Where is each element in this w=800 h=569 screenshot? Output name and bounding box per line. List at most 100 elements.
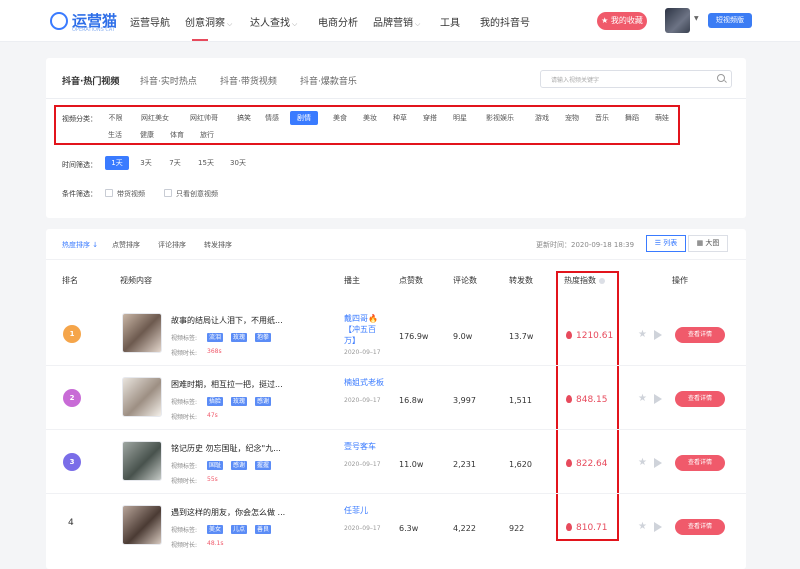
video-tag[interactable]: 玫瑰 — [231, 397, 248, 406]
flame-icon — [566, 331, 572, 339]
tab-hit-music[interactable]: 抖音·爆款音乐 — [300, 74, 357, 87]
video-title[interactable]: 铭记历史 勿忘国耻，纪念"九... — [171, 443, 281, 454]
search-icon[interactable] — [717, 74, 725, 82]
video-tag[interactable]: 感谢 — [255, 397, 272, 406]
nav-item-ecommerce[interactable]: 电商分析 — [318, 14, 358, 29]
category-chip[interactable]: 生活 — [103, 128, 127, 142]
video-title[interactable]: 遇到这样的朋友，你会怎么做 ... — [171, 507, 285, 518]
category-chip[interactable]: 体育 — [165, 128, 189, 142]
video-tag[interactable]: 流泪 — [207, 333, 224, 342]
play-icon[interactable] — [654, 458, 662, 468]
sales-video-checkbox[interactable] — [105, 189, 113, 197]
video-tag[interactable]: 国耻 — [207, 461, 224, 470]
star-icon[interactable]: ★ — [638, 522, 648, 532]
anchor-name[interactable]: 戴四哥🔥【冲五百万】 — [344, 313, 386, 346]
view-detail-button[interactable]: 查看详情 — [675, 519, 725, 535]
video-title[interactable]: 困难时期，相互拉一把，挺过... — [171, 379, 283, 390]
creative-only-checkbox[interactable] — [164, 189, 172, 197]
view-detail-button[interactable]: 查看详情 — [675, 391, 725, 407]
list-view-button[interactable]: ☰ 列表 — [646, 235, 686, 252]
category-chip[interactable]: 剧情 — [290, 111, 318, 125]
star-icon[interactable]: ★ — [638, 458, 648, 468]
nav-item-my-douyin[interactable]: 我的抖音号 — [480, 14, 530, 29]
category-chip[interactable]: 健康 — [135, 128, 159, 142]
time-chip[interactable]: 7天 — [165, 156, 185, 170]
video-tag[interactable]: 善良 — [255, 525, 272, 534]
time-chip[interactable]: 15天 — [194, 156, 218, 170]
sort-by-shares[interactable]: 转发排序 — [204, 240, 232, 250]
category-chip[interactable]: 搞笑 — [232, 111, 256, 125]
sort-by-comments[interactable]: 评论排序 — [158, 240, 186, 250]
play-icon[interactable] — [654, 330, 662, 340]
anchor-name[interactable]: 壹号客车 — [344, 441, 376, 452]
view-detail-button[interactable]: 查看详情 — [675, 455, 725, 471]
video-duration-label: 视频时长: — [171, 478, 198, 485]
category-chip[interactable]: 萌娃 — [650, 111, 674, 125]
tab-hot-videos[interactable]: 抖音·热门视频 — [62, 74, 119, 87]
sort-by-likes[interactable]: 点赞排序 — [112, 240, 140, 250]
video-tag[interactable]: 美女 — [207, 525, 224, 534]
version-badge[interactable]: 短视频版 — [708, 13, 752, 28]
nav-item-tools[interactable]: 工具 — [440, 14, 460, 29]
avatar[interactable] — [665, 8, 690, 33]
category-chip[interactable]: 旅行 — [195, 128, 219, 142]
category-chip[interactable]: 影视娱乐 — [480, 111, 520, 125]
category-chip[interactable]: 情感 — [260, 111, 284, 125]
nav-item-creative-insight[interactable]: 创意洞察 ⌵ — [185, 14, 232, 29]
video-thumbnail[interactable] — [122, 441, 162, 481]
video-thumbnail[interactable] — [122, 313, 162, 353]
video-tag[interactable]: 感谢 — [231, 461, 248, 470]
sort-by-heat[interactable]: 热度排序 ↓ — [62, 240, 98, 250]
category-chip[interactable]: 穿搭 — [418, 111, 442, 125]
play-icon[interactable] — [654, 522, 662, 532]
search-box[interactable]: 请输入视频关键字 — [540, 70, 732, 88]
category-chip[interactable]: 游戏 — [530, 111, 554, 125]
category-chip[interactable]: 网红美女 — [135, 111, 175, 125]
anchor-name[interactable]: 楠姐式老板 — [344, 377, 384, 388]
time-chip[interactable]: 1天 — [105, 156, 129, 170]
heat-index: 822.64 — [566, 459, 608, 469]
category-chip[interactable]: 音乐 — [590, 111, 614, 125]
anchor-name[interactable]: 任菲儿 — [344, 505, 368, 516]
video-tag[interactable]: 玫瑰 — [231, 333, 248, 342]
category-chip[interactable]: 舞蹈 — [620, 111, 644, 125]
time-chip[interactable]: 30天 — [226, 156, 250, 170]
nav-item-operations-nav[interactable]: 运营导航 — [130, 14, 170, 29]
category-chip[interactable]: 网红帅哥 — [184, 111, 224, 125]
creative-only-label[interactable]: 只看创意视频 — [176, 189, 218, 199]
tab-realtime-hot[interactable]: 抖音·实时热点 — [140, 74, 197, 87]
category-chip[interactable]: 宠物 — [560, 111, 584, 125]
time-chip[interactable]: 3天 — [136, 156, 156, 170]
logo[interactable]: 运营猫 OPERATIONS CAT — [50, 10, 136, 34]
grid-view-button[interactable]: ▦ 大图 — [688, 235, 728, 252]
category-filter-label: 视频分类： — [62, 115, 97, 123]
category-chip[interactable]: 美妆 — [358, 111, 382, 125]
my-favorites-button[interactable]: ★ 我的收藏 — [597, 12, 647, 30]
sales-video-label[interactable]: 带货视频 — [117, 189, 145, 199]
video-duration-label: 视频时长: — [171, 414, 198, 421]
category-chip[interactable]: 不限 — [103, 111, 128, 125]
tab-sales-videos[interactable]: 抖音·带货视频 — [220, 74, 277, 87]
video-thumbnail[interactable] — [122, 505, 162, 545]
category-chip[interactable]: 明星 — [448, 111, 472, 125]
caret-down-icon[interactable]: ▼ — [694, 15, 699, 22]
nav-item-influencer-search[interactable]: 达人查找 ⌵ — [250, 14, 297, 29]
video-tag[interactable]: 捂脸 — [207, 397, 224, 406]
video-tag[interactable]: 握握 — [255, 461, 272, 470]
play-icon[interactable] — [654, 394, 662, 404]
video-thumbnail[interactable] — [122, 377, 162, 417]
video-tag[interactable]: 儿点 — [231, 525, 248, 534]
video-tag[interactable]: 抱拳 — [255, 333, 272, 342]
star-icon[interactable]: ★ — [638, 330, 648, 340]
category-chip[interactable]: 种草 — [388, 111, 412, 125]
search-input[interactable]: 请输入视频关键字 — [551, 75, 599, 84]
video-duration-label: 视频时长: — [171, 542, 198, 549]
heat-index: 810.71 — [566, 523, 608, 533]
view-detail-button[interactable]: 查看详情 — [675, 327, 725, 343]
nav-item-brand-marketing[interactable]: 品牌营销 ⌵ — [373, 14, 420, 29]
category-chip[interactable]: 美食 — [328, 111, 352, 125]
star-icon[interactable]: ★ — [638, 394, 648, 404]
col-video-content: 视频内容 — [120, 276, 152, 285]
video-title[interactable]: 故事的结局让人泪下，不用纸... — [171, 315, 283, 326]
video-duration: 368s — [207, 348, 222, 355]
